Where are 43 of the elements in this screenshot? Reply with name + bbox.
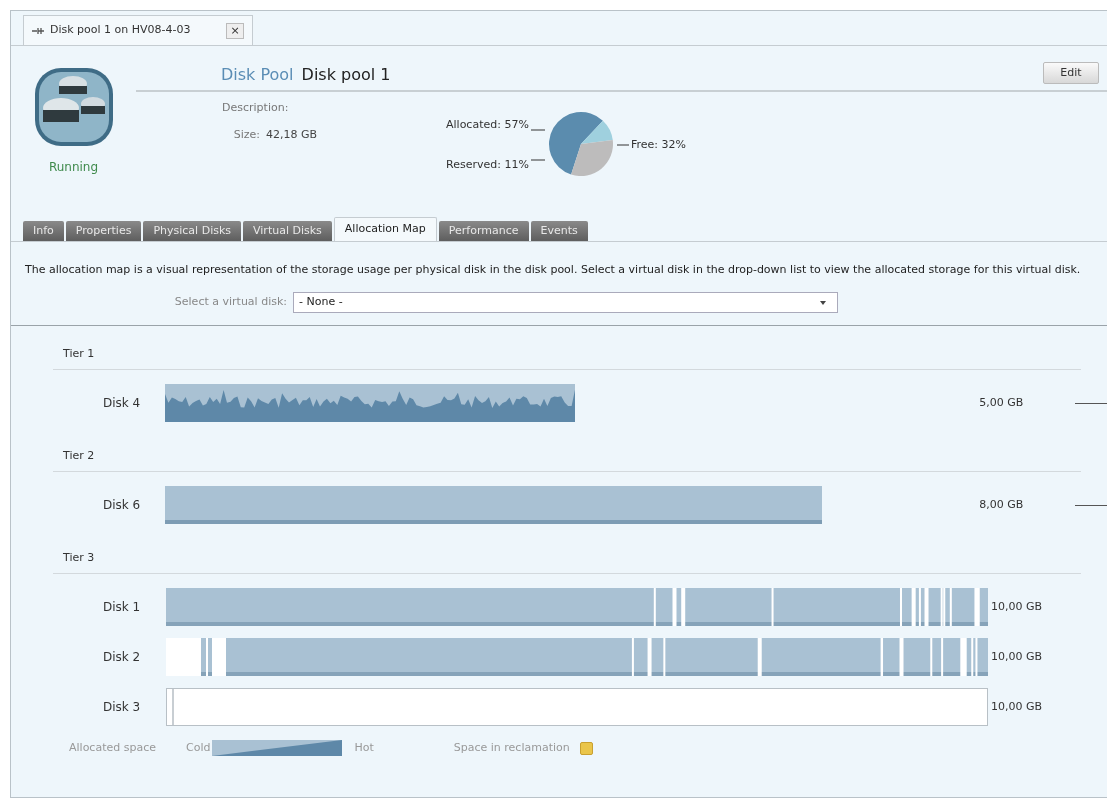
disk-label: Disk 4: [102, 395, 142, 412]
object-name: Disk pool 1: [301, 64, 391, 86]
tab[interactable]: Physical Disks: [143, 221, 242, 241]
tab[interactable]: Virtual Disks: [243, 221, 332, 241]
disk-label: Disk 1: [102, 599, 142, 616]
leader-line: [616, 144, 629, 146]
tab[interactable]: Performance: [438, 221, 529, 241]
description-label: Description:: [221, 100, 290, 116]
heat-gradient-icon: [212, 740, 343, 757]
disk-size: 10,00 GB: [991, 698, 1044, 715]
tier-heading: Tier 3: [63, 551, 95, 564]
tab[interactable]: Allocation Map: [333, 217, 437, 241]
disk-label: Disk 3: [102, 699, 142, 716]
reclamation-swatch-icon: [579, 741, 593, 755]
tier-heading: Tier 1: [63, 347, 95, 360]
disk-size: 10,00 GB: [991, 598, 1044, 615]
legend-label: Allocated space: [69, 740, 156, 756]
chart-label: Allocated: 57%: [446, 116, 529, 133]
legend-label: Space in reclamation: [453, 740, 570, 756]
legend-label: Hot: [354, 740, 374, 756]
chart-label: Free: 32%: [630, 136, 686, 153]
close-button[interactable]: ×: [226, 22, 244, 39]
size-value: 42,18 GB: [266, 126, 318, 143]
disk-label: Disk 2: [102, 649, 142, 666]
virtual-disk-dropdown[interactable]: - None -: [293, 292, 838, 313]
disk-size: 10,00 GB: [991, 648, 1044, 665]
disk-size: 8,00 GB: [979, 496, 1025, 513]
size-label: Size:: [232, 126, 261, 143]
select-label: Select a virtual disk:: [173, 294, 288, 311]
disk-label: Disk 6: [102, 497, 142, 514]
tab[interactable]: Events: [530, 221, 588, 241]
tab[interactable]: Properties: [65, 221, 142, 241]
edit-button[interactable]: Edit: [1043, 62, 1099, 84]
status-text: Running: [48, 159, 99, 176]
document-tab[interactable]: Disk pool 1 on HV08-4-03 ×: [23, 15, 253, 45]
legend-label: Cold: [186, 740, 211, 756]
object-type: Disk Pool: [221, 64, 294, 86]
caret-icon: [820, 300, 826, 305]
tab[interactable]: Info: [23, 221, 64, 241]
disk-size: 5,00 GB: [979, 394, 1025, 411]
intro-text: The allocation map is a visual representation of the storage usage per physical disk in the disk pool. Select a virtual disk in the drop-down list to view the allocated storage for this virtual disk.: [24, 262, 1082, 277]
chart-label: Reserved: 11%: [446, 157, 529, 173]
tier-heading: Tier 2: [63, 449, 95, 462]
